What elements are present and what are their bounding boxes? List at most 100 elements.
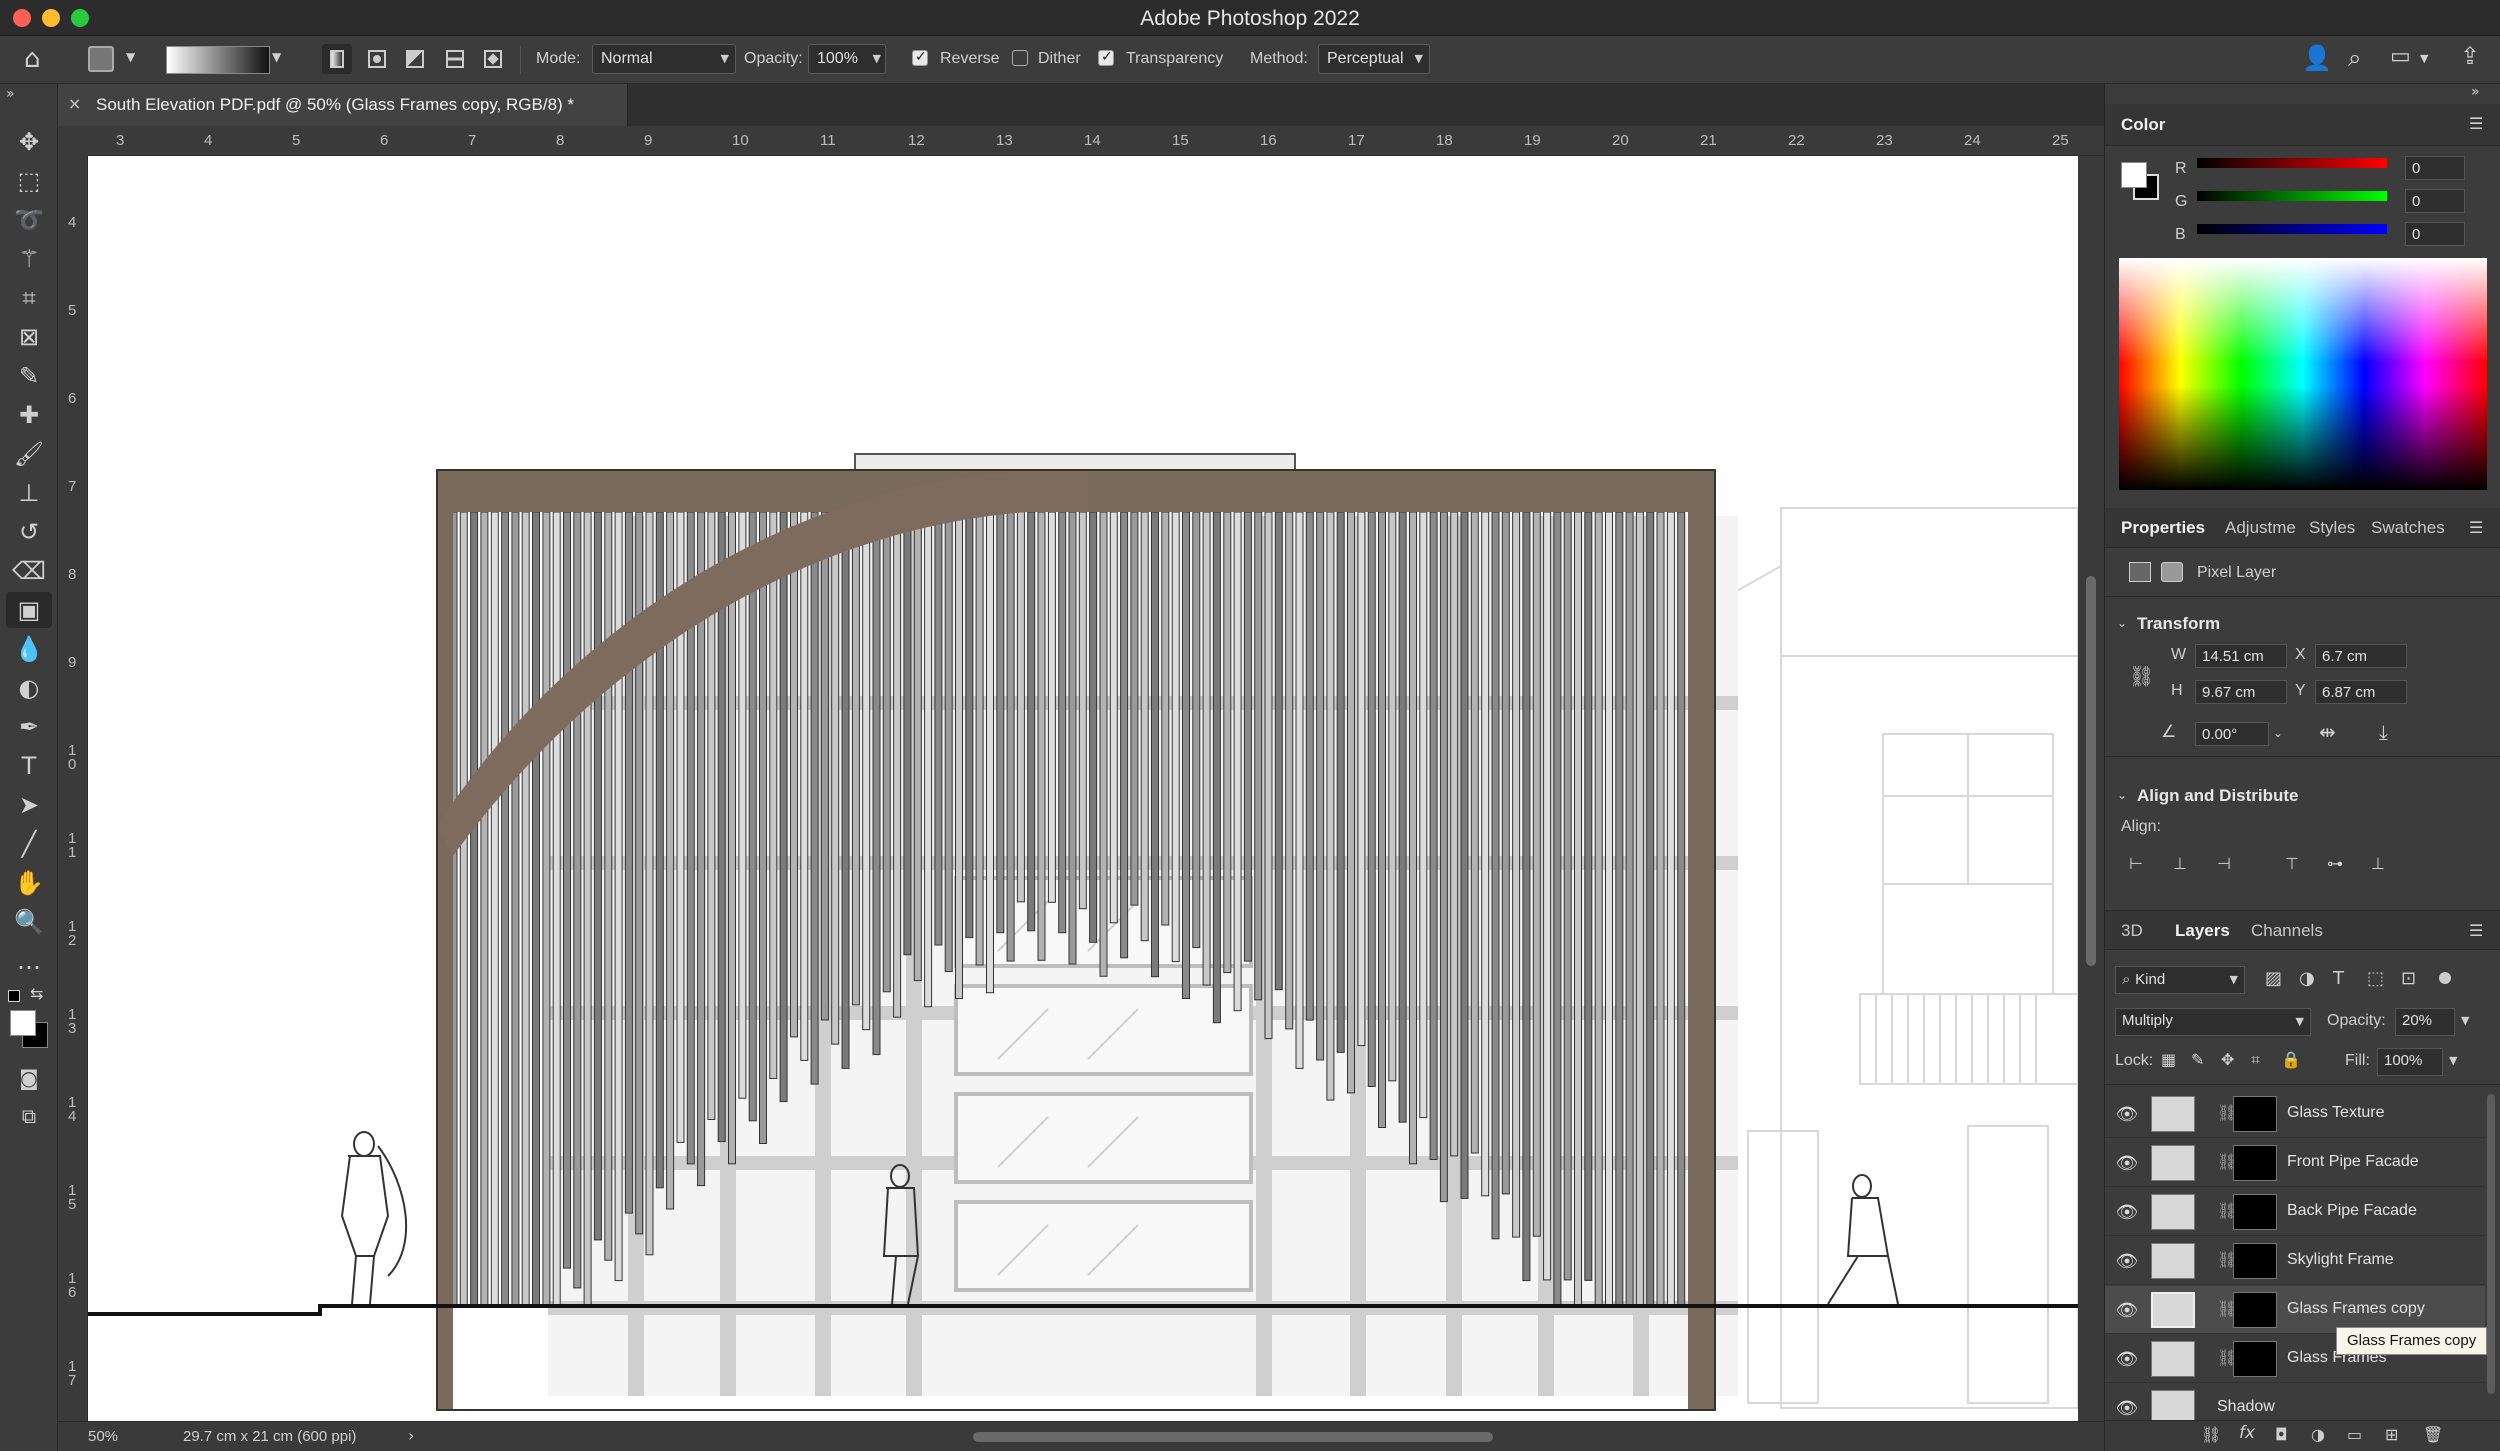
- lock-all-icon[interactable]: 🔒: [2281, 1050, 2301, 1069]
- ruler-horizontal[interactable]: 3 4 5 6 7 8 9 10 11 12 13 14 15 16 17 18 19 20 21 22 23 24 25: [88, 126, 2104, 156]
- dither-checkbox[interactable]: [1012, 50, 1028, 66]
- share-user-icon[interactable]: 👤: [2302, 44, 2332, 72]
- width-field[interactable]: 14.51 cm: [2195, 644, 2287, 668]
- hand-tool-icon[interactable]: ✋: [6, 865, 52, 901]
- swap-colors-icon[interactable]: ⇆: [30, 984, 43, 1003]
- lock-position-icon[interactable]: ✥: [2221, 1050, 2234, 1069]
- layers-scrollbar[interactable]: [2487, 1094, 2495, 1394]
- flip-vertical-icon[interactable]: ⤓: [2379, 720, 2388, 744]
- visibility-eye-icon[interactable]: 👁: [2115, 1251, 2139, 1272]
- link-icon[interactable]: ⛓: [2129, 664, 2154, 688]
- visibility-eye-icon[interactable]: 👁: [2115, 1153, 2139, 1174]
- share-icon[interactable]: ⇪: [2460, 42, 2480, 70]
- layer-row[interactable]: 👁 Shadow: [2105, 1384, 2485, 1420]
- layer-row[interactable]: 👁 ⛓ Skylight Frame: [2105, 1237, 2485, 1285]
- angle-field[interactable]: 0.00°: [2195, 722, 2269, 746]
- horizontal-scrollbar-thumb[interactable]: [973, 1432, 1493, 1442]
- layer-mask-thumbnail[interactable]: [2233, 1243, 2277, 1279]
- filter-shape-icon[interactable]: ⬚: [2367, 968, 2384, 989]
- tab-layers[interactable]: Layers: [2175, 921, 2230, 941]
- chevron-down-icon[interactable]: ⌄: [2117, 616, 2127, 630]
- chevron-down-icon[interactable]: ▼: [272, 50, 281, 64]
- screen-mode-icon[interactable]: ⧉: [6, 1098, 52, 1134]
- tab-3d[interactable]: 3D: [2121, 921, 2143, 941]
- tab-adjustments[interactable]: Adjustme: [2225, 518, 2296, 538]
- reflected-gradient-button[interactable]: [440, 44, 470, 74]
- chevron-down-icon[interactable]: ▼: [2449, 1054, 2457, 1067]
- lock-image-icon[interactable]: ✎: [2191, 1050, 2204, 1069]
- fill-field[interactable]: 100%: [2377, 1048, 2443, 1076]
- filter-smart-object-icon[interactable]: ⊡: [2401, 968, 2416, 989]
- chevron-down-icon[interactable]: ⌄: [2117, 788, 2127, 802]
- filter-type-icon[interactable]: T: [2333, 968, 2344, 989]
- method-dropdown[interactable]: Perceptual ▼: [1318, 44, 1430, 74]
- brush-tool-icon[interactable]: 🖌: [6, 436, 52, 472]
- height-field[interactable]: 9.67 cm: [2195, 680, 2287, 704]
- align-middle-icon[interactable]: ⊶: [2327, 854, 2343, 873]
- ruler-origin[interactable]: [58, 126, 88, 156]
- lasso-tool-icon[interactable]: ➰: [6, 202, 52, 238]
- type-tool-icon[interactable]: T: [6, 748, 52, 784]
- line-tool-icon[interactable]: ╱: [6, 826, 52, 862]
- chevron-down-icon[interactable]: ▼: [2461, 1014, 2469, 1027]
- path-selection-tool-icon[interactable]: ➤: [6, 787, 52, 823]
- eyedropper-tool-icon[interactable]: ✎: [6, 358, 52, 394]
- panel-menu-icon[interactable]: ☰: [2469, 921, 2483, 940]
- healing-brush-tool-icon[interactable]: ✚: [6, 397, 52, 433]
- crop-tool-icon[interactable]: ⌗: [6, 280, 52, 316]
- red-slider[interactable]: [2197, 158, 2387, 168]
- x-field[interactable]: 6.7 cm: [2315, 644, 2407, 668]
- scrollbar-thumb[interactable]: [2086, 576, 2096, 966]
- search-icon[interactable]: ⌕: [2348, 44, 2361, 72]
- visibility-eye-icon[interactable]: 👁: [2115, 1300, 2139, 1321]
- trash-icon[interactable]: 🗑: [2423, 1425, 2443, 1444]
- vertical-scrollbar[interactable]: [2078, 156, 2104, 1421]
- layer-opacity-field[interactable]: 20%: [2395, 1008, 2455, 1036]
- gradient-tool-icon[interactable]: ▣: [6, 592, 52, 628]
- chevron-right-icon[interactable]: ›: [408, 1426, 414, 1445]
- history-brush-tool-icon[interactable]: ↺: [6, 514, 52, 550]
- blue-value-field[interactable]: 0: [2405, 222, 2465, 246]
- new-group-icon[interactable]: ▭: [2347, 1425, 2362, 1444]
- panel-menu-icon[interactable]: ☰: [2469, 114, 2483, 133]
- radial-gradient-button[interactable]: [362, 44, 392, 74]
- opacity-field[interactable]: 100% ▼: [808, 44, 886, 74]
- transform-heading[interactable]: Transform: [2137, 614, 2220, 634]
- align-bottom-icon[interactable]: ⊥: [2371, 854, 2385, 873]
- layer-filter-kind-dropdown[interactable]: ⌕ Kind ▼: [2115, 966, 2245, 994]
- panel-menu-icon[interactable]: ☰: [2469, 518, 2483, 537]
- clone-stamp-tool-icon[interactable]: ⊥: [6, 475, 52, 511]
- align-right-icon[interactable]: ⊣: [2217, 854, 2231, 873]
- layer-row[interactable]: 👁 ⛓ Front Pipe Facade: [2105, 1139, 2485, 1187]
- diamond-gradient-button[interactable]: [478, 44, 508, 74]
- tab-channels[interactable]: Channels: [2251, 921, 2323, 941]
- tab-properties[interactable]: Properties: [2121, 518, 2205, 538]
- visibility-eye-icon[interactable]: 👁: [2115, 1104, 2139, 1125]
- pen-tool-icon[interactable]: ✒: [6, 709, 52, 745]
- color-panel-foreground-swatch[interactable]: [2121, 162, 2147, 188]
- layer-mask-thumbnail[interactable]: [2233, 1145, 2277, 1181]
- home-icon[interactable]: ⌂: [24, 44, 41, 74]
- marquee-tool-icon[interactable]: ⬚: [6, 163, 52, 199]
- blue-slider[interactable]: [2197, 224, 2387, 234]
- adjustment-layer-icon[interactable]: ◑: [2311, 1425, 2325, 1444]
- y-field[interactable]: 6.87 cm: [2315, 680, 2407, 704]
- reverse-checkbox[interactable]: [912, 49, 928, 66]
- frame-tool-icon[interactable]: ⊠: [6, 319, 52, 355]
- eraser-tool-icon[interactable]: ⌫: [6, 553, 52, 589]
- default-colors-icon[interactable]: [8, 990, 20, 1002]
- red-value-field[interactable]: 0: [2405, 156, 2465, 180]
- chevron-down-icon[interactable]: ⌄: [2273, 726, 2283, 740]
- align-left-icon[interactable]: ⊢: [2129, 854, 2143, 873]
- layer-row[interactable]: 👁 ⛓ Glass Texture: [2105, 1090, 2485, 1138]
- move-tool-icon[interactable]: ✥: [6, 124, 52, 160]
- ruler-vertical[interactable]: 4 5 6 7 8 9 1 0 1 1 1 2 1 3 1 4 1 5 1 6 1 7: [58, 156, 88, 1421]
- gradient-picker[interactable]: [166, 46, 270, 74]
- blur-tool-icon[interactable]: 💧: [6, 631, 52, 667]
- fx-icon[interactable]: fx: [2239, 1423, 2255, 1443]
- magic-wand-tool-icon[interactable]: ⚚: [6, 241, 52, 277]
- flip-horizontal-icon[interactable]: ⇹: [2319, 720, 2336, 744]
- transparency-checkbox[interactable]: [1098, 49, 1114, 66]
- document-canvas[interactable]: [88, 156, 2078, 1426]
- dodge-tool-icon[interactable]: ◐: [6, 670, 52, 706]
